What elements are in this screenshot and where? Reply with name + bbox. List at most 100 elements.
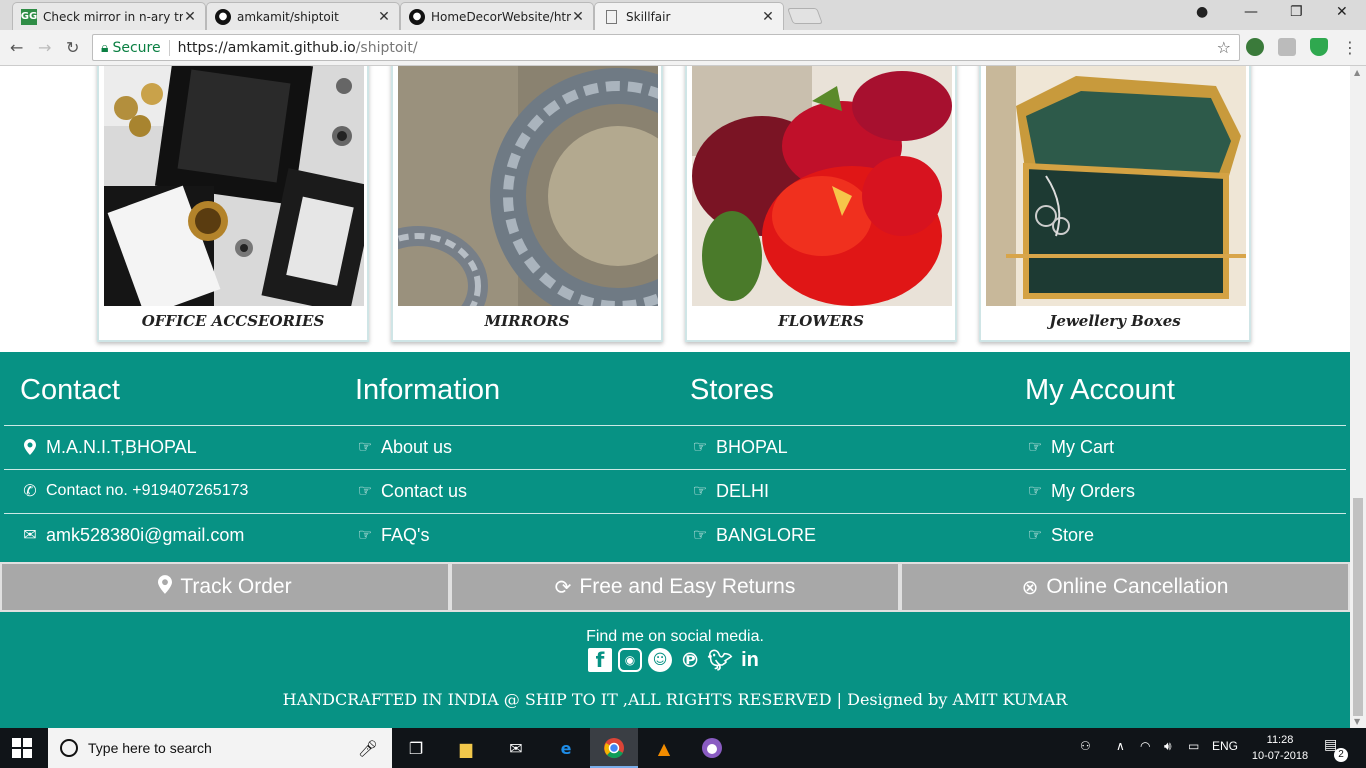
footer-link-contact[interactable]: ☞ Contact us — [355, 469, 690, 513]
task-view-icon[interactable]: ❐ — [404, 736, 428, 760]
browser-tab[interactable]: GG Check mirror in n-ary tree ✕ — [12, 2, 206, 30]
windows-start-icon[interactable] — [12, 738, 32, 758]
file-explorer-icon[interactable]: ▆ — [454, 736, 478, 760]
footer-link-about[interactable]: ☞ About us — [355, 425, 690, 469]
footer-heading: Information — [355, 374, 501, 406]
footer-link-faq[interactable]: ☞ FAQ's — [355, 513, 690, 557]
footer-column-account: My Account ☞ My Cart ☞ My Orders ☞ Store — [1025, 352, 1350, 557]
browser-tabstrip: GG Check mirror in n-ary tree ✕ ● amkami… — [0, 0, 1366, 30]
category-card[interactable]: MIRRORS — [391, 66, 663, 342]
twitter-icon[interactable]: 🐦︎ — [707, 648, 732, 672]
extension-globe-icon[interactable] — [1246, 38, 1264, 56]
map-marker-icon — [20, 439, 40, 455]
secure-label: Secure — [112, 39, 161, 56]
footer-link-store-page[interactable]: ☞ Store — [1025, 513, 1350, 557]
hand-point-icon: ☞ — [1027, 483, 1043, 500]
profile-icon[interactable]: ● — [1196, 4, 1208, 20]
browser-tab-active[interactable]: Skillfair ✕ — [594, 2, 784, 30]
app-icon[interactable] — [700, 736, 724, 760]
footer-item[interactable]: ✉ amk528380i@gmail.com — [20, 513, 355, 557]
page-icon — [606, 9, 617, 24]
facebook-icon[interactable]: f — [588, 648, 612, 672]
social-caption: Find me on social media. — [586, 628, 764, 645]
wifi-icon[interactable]: ◠ — [1140, 739, 1150, 753]
mirrors-image — [398, 66, 658, 306]
category-card[interactable]: OFFICE ACCSEORIES — [97, 66, 369, 342]
vlc-icon[interactable]: ▲ — [652, 736, 676, 760]
menu-icon[interactable]: ⋮ — [1342, 38, 1358, 57]
footer-heading: Contact — [20, 374, 120, 406]
office-accessories-image — [104, 66, 364, 306]
language-indicator[interactable]: ENG — [1212, 739, 1238, 753]
site-footer: Contact M.A.N.I.T,BHOPAL ✆ Contact no. +… — [0, 352, 1350, 728]
phone-icon: ✆ — [23, 483, 37, 500]
hand-point-icon: ☞ — [1027, 439, 1043, 456]
footer-column-information: Information ☞ About us ☞ Contact us ☞ FAQ's — [355, 352, 690, 557]
hand-point-icon: ☞ — [357, 527, 373, 544]
hand-point-icon: ☞ — [1027, 527, 1043, 544]
returns-button[interactable]: ⟳ Free and Easy Returns — [450, 562, 900, 612]
browser-tab[interactable]: ● HomeDecorWebsite/html ✕ — [400, 2, 594, 30]
hand-point-icon: ☞ — [692, 439, 708, 456]
people-icon[interactable]: ⚇ — [1080, 739, 1091, 753]
scroll-thumb[interactable] — [1353, 498, 1363, 716]
maximize-icon[interactable]: ❐ — [1290, 4, 1303, 20]
scroll-down-icon[interactable]: ▼ — [1354, 717, 1360, 726]
mail-icon[interactable]: ✉ — [504, 736, 528, 760]
jewellery-boxes-image — [986, 66, 1246, 306]
new-tab-button[interactable] — [787, 8, 823, 24]
bookmark-star-icon[interactable]: ☆ — [1217, 38, 1231, 57]
category-label: Jewellery Boxes — [1049, 312, 1181, 330]
cancel-circle-icon: ⊗ — [1021, 576, 1039, 599]
footer-link-store[interactable]: ☞ BHOPAL — [690, 425, 1025, 469]
category-card[interactable]: Jewellery Boxes — [979, 66, 1251, 342]
edge-icon[interactable]: e — [554, 736, 578, 760]
close-tab-icon[interactable]: ✕ — [571, 9, 585, 25]
hand-point-icon: ☞ — [692, 527, 708, 544]
scroll-up-icon[interactable]: ▲ — [1354, 68, 1360, 77]
category-label: OFFICE ACCSEORIES — [141, 312, 325, 330]
instagram-icon[interactable]: ◉ — [618, 648, 642, 672]
volume-icon[interactable]: 🔊︎ — [1164, 739, 1172, 754]
lock-icon: 🔒︎ — [101, 39, 109, 56]
reload-icon[interactable]: ↻ — [66, 38, 79, 57]
clock[interactable]: 11:28 10-07-2018 — [1250, 732, 1310, 764]
track-order-button[interactable]: Track Order — [0, 562, 450, 612]
gfg-icon: GG — [21, 8, 37, 25]
linkedin-icon[interactable]: in — [738, 648, 762, 672]
extension-pdf-icon[interactable] — [1278, 38, 1296, 56]
forward-icon[interactable]: → — [38, 38, 51, 57]
chevron-up-icon[interactable]: ∧ — [1116, 739, 1125, 753]
close-window-icon[interactable]: ✕ — [1336, 4, 1348, 20]
snapchat-icon[interactable]: ☺ — [648, 648, 672, 672]
close-tab-icon[interactable]: ✕ — [183, 9, 197, 25]
windows-taskbar: Type here to search 🎤︎ ❐ ▆ ✉ e ▲ ⚇ ∧ ◠ 🔊… — [0, 728, 1366, 768]
close-tab-icon[interactable]: ✕ — [761, 9, 775, 25]
github-icon: ● — [409, 8, 425, 25]
cancellation-button[interactable]: ⊗ Online Cancellation — [900, 562, 1350, 612]
footer-link-cart[interactable]: ☞ My Cart — [1025, 425, 1350, 469]
chrome-icon[interactable] — [602, 736, 626, 760]
address-bar[interactable]: 🔒︎ Secure https://amkamit.github.io /shi… — [92, 34, 1240, 61]
refresh-icon: ⟳ — [554, 576, 572, 599]
battery-icon[interactable]: ▭ — [1188, 739, 1199, 753]
extension-shield-icon[interactable] — [1310, 38, 1328, 56]
hand-point-icon: ☞ — [357, 439, 373, 456]
url-path: /shiptoit/ — [355, 39, 418, 56]
footer-heading: Stores — [690, 374, 774, 406]
category-card[interactable]: FLOWERS — [685, 66, 957, 342]
footer-link-store[interactable]: ☞ BANGLORE — [690, 513, 1025, 557]
url-host: https://amkamit.github.io — [177, 39, 356, 56]
divider — [4, 469, 1346, 470]
minimize-icon[interactable]: — — [1244, 4, 1258, 20]
footer-link-store[interactable]: ☞ DELHI — [690, 469, 1025, 513]
browser-tab[interactable]: ● amkamit/shiptoit ✕ — [206, 2, 400, 30]
pinterest-icon[interactable]: ℗ — [678, 648, 702, 672]
page-scrollbar[interactable]: ▲ ▼ — [1350, 66, 1366, 728]
back-icon[interactable]: ← — [10, 38, 23, 57]
taskbar-search[interactable]: Type here to search 🎤︎ — [48, 728, 392, 768]
microphone-icon[interactable]: 🎤︎ — [358, 739, 378, 759]
close-tab-icon[interactable]: ✕ — [377, 9, 391, 25]
footer-heading: My Account — [1025, 374, 1175, 406]
footer-link-orders[interactable]: ☞ My Orders — [1025, 469, 1350, 513]
